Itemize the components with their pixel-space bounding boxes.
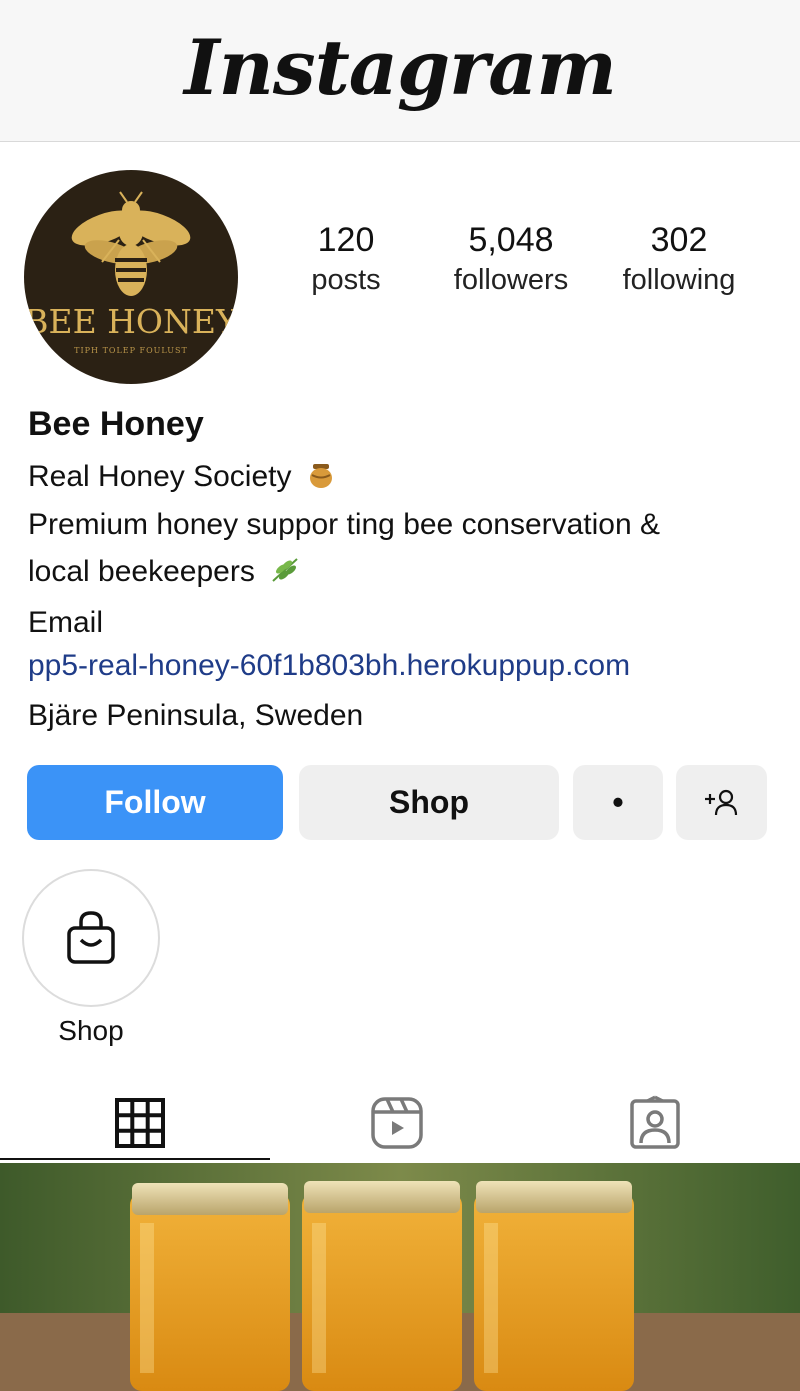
bio-line-1: Real Honey Society: [28, 460, 336, 494]
posts-count: 120: [317, 221, 375, 259]
bio-beekeepers: local beekeepers: [28, 555, 255, 588]
honey-pot-icon: [309, 464, 332, 488]
highlight-shop-label: Shop: [58, 1015, 124, 1046]
stat-followers[interactable]: 5,048 followers: [440, 220, 582, 300]
add-person-icon: [704, 789, 737, 815]
shop-button[interactable]: Shop: [299, 765, 559, 840]
posts-label: posts: [311, 264, 381, 296]
active-tab-indicator: [0, 1158, 270, 1160]
bee-logo-icon: BEE HONEY TIPH TOLEP FOULUST: [24, 191, 238, 355]
followers-label: followers: [453, 264, 569, 296]
post-thumbnail[interactable]: [0, 1163, 800, 1391]
suggest-user-button[interactable]: [676, 765, 767, 840]
tagged-icon: [630, 1095, 680, 1149]
following-count: 302: [650, 221, 708, 259]
profile-name: Bee Honey: [28, 405, 204, 443]
honey-jars-photo: [0, 1163, 800, 1391]
tab-reels[interactable]: [264, 1085, 530, 1160]
profile-website-link[interactable]: pp5-real-honey-60f1b803bh.herokuppup.com: [28, 649, 630, 683]
bio-tagline: Real Honey Society: [28, 460, 292, 493]
tab-tagged[interactable]: [522, 1085, 788, 1160]
stat-posts[interactable]: 120 posts: [282, 220, 410, 300]
tab-posts-grid[interactable]: [7, 1085, 273, 1160]
bio-line-2: Premium honey suppor ting bee conservati…: [28, 508, 661, 541]
reels-icon: [371, 1096, 423, 1149]
email-label[interactable]: Email: [28, 606, 103, 640]
more-button[interactable]: •: [573, 765, 663, 840]
following-label: following: [622, 264, 736, 296]
profile-location: Bjäre Peninsula, Sweden: [28, 699, 364, 732]
herb-icon: [272, 558, 298, 582]
profile-avatar[interactable]: BEE HONEY TIPH TOLEP FOULUST: [24, 170, 238, 384]
logo-text: BEE HONEY: [24, 302, 238, 341]
grid-icon: [115, 1097, 165, 1148]
highlight-shop[interactable]: [22, 869, 160, 1007]
app-header: Instagram: [0, 0, 800, 142]
followers-count: 5,048: [468, 221, 554, 259]
bio-line-3: local beekeepers: [28, 555, 301, 589]
follow-button[interactable]: Follow: [27, 765, 283, 840]
stat-following[interactable]: 302 following: [608, 220, 750, 300]
shopping-bag-icon: [67, 911, 115, 964]
app-title: Instagram: [184, 23, 617, 112]
logo-subtext: TIPH TOLEP FOULUST: [74, 346, 188, 355]
